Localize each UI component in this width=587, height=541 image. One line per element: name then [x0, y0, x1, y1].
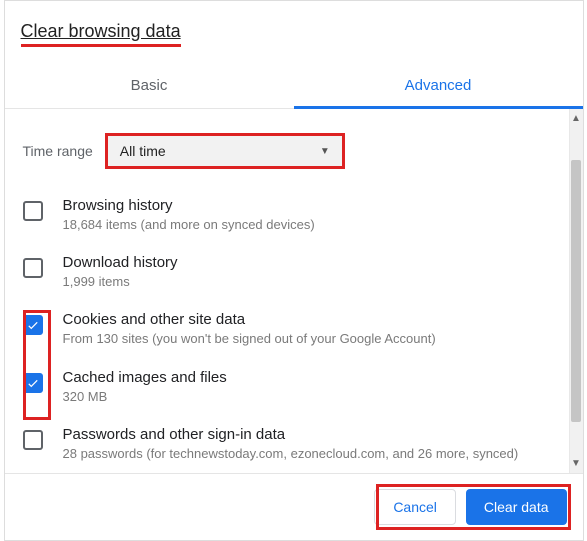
item-title: Passwords and other sign-in data [63, 426, 519, 443]
timerange-row: Time range All time ▼ [7, 115, 567, 187]
dialog-footer: Cancel Clear data [5, 473, 583, 540]
item-sub: 28 passwords (for technewstoday.com, ezo… [63, 445, 519, 463]
item-sub: 1,999 items [63, 273, 178, 291]
clear-browsing-data-dialog: Clear browsing data Basic Advanced Time … [4, 0, 584, 541]
timerange-label: Time range [23, 143, 93, 159]
tab-basic-label: Basic [131, 77, 168, 94]
cancel-button[interactable]: Cancel [374, 489, 456, 525]
item-browsing-history: Browsing history 18,684 items (and more … [7, 187, 567, 244]
tabs: Basic Advanced [5, 65, 583, 109]
checkbox-download-history[interactable] [23, 258, 43, 278]
item-passwords: Passwords and other sign-in data 28 pass… [7, 416, 567, 473]
scroll-pane: Time range All time ▼ Browsing history [5, 109, 569, 473]
item-sub: 18,684 items (and more on synced devices… [63, 216, 315, 234]
title-highlight: Clear browsing data [21, 21, 181, 47]
checkbox-cookies[interactable] [23, 315, 43, 335]
cancel-button-label: Cancel [393, 499, 437, 515]
scroll-thumb[interactable] [571, 160, 581, 422]
tab-advanced-label: Advanced [405, 77, 472, 94]
item-sub: From 130 sites (you won't be signed out … [63, 330, 436, 348]
content-area: Time range All time ▼ Browsing history [5, 109, 583, 473]
item-title: Cached images and files [63, 369, 227, 386]
item-download-history: Download history 1,999 items [7, 244, 567, 301]
checkbox-browsing-history[interactable] [23, 201, 43, 221]
checkbox-cache[interactable] [23, 373, 43, 393]
dialog-title: Clear browsing data [21, 21, 181, 41]
item-title: Download history [63, 254, 178, 271]
scrollbar[interactable]: ▲ ▼ [569, 109, 583, 473]
clear-data-button[interactable]: Clear data [466, 489, 567, 525]
tab-basic[interactable]: Basic [5, 65, 294, 108]
dialog-title-row: Clear browsing data [5, 1, 583, 65]
item-title: Cookies and other site data [63, 311, 436, 328]
tab-advanced[interactable]: Advanced [294, 65, 583, 108]
scroll-down-icon[interactable]: ▼ [571, 454, 581, 473]
checkbox-passwords[interactable] [23, 430, 43, 450]
item-cache: Cached images and files 320 MB [7, 359, 567, 416]
item-cookies: Cookies and other site data From 130 sit… [7, 301, 567, 358]
clear-data-button-label: Clear data [484, 499, 549, 515]
item-title: Browsing history [63, 197, 315, 214]
timerange-selected: All time [120, 143, 166, 159]
items-panel: Browsing history 18,684 items (and more … [7, 187, 567, 473]
timerange-dropdown[interactable]: All time ▼ [105, 133, 345, 169]
item-sub: 320 MB [63, 388, 227, 406]
scroll-up-icon[interactable]: ▲ [571, 109, 581, 128]
chevron-down-icon: ▼ [320, 146, 330, 157]
